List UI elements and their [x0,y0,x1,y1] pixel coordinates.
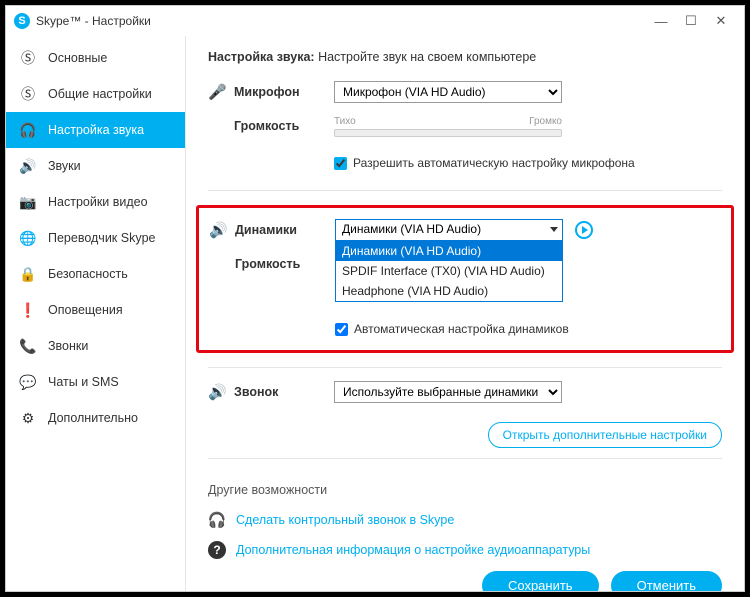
minimize-button[interactable]: — [646,9,676,33]
speakers-label: Динамики [235,223,335,237]
speakers-auto-checkbox-label: Автоматическая настройка динамиков [354,322,569,336]
more-info-link-label: Дополнительная информация о настройке ау… [236,543,590,557]
mic-volume-label: Громкость [234,119,334,133]
mic-volume-slider[interactable] [334,129,562,137]
sidebar-item-general-settings[interactable]: Ⓢ Общие настройки [6,76,185,112]
mic-auto-checkbox-label: Разрешить автоматическую настройку микро… [353,156,635,170]
test-call-link[interactable]: 🎧 Сделать контрольный звонок в Skype [208,511,722,529]
sidebar-item-label: Чаты и SMS [48,375,119,389]
sidebar-item-label: Общие настройки [48,87,152,101]
microphone-icon: 🎤 [208,83,234,101]
more-info-link[interactable]: ? Дополнительная информация о настройке … [208,541,722,559]
divider [208,458,722,459]
divider [208,190,722,191]
headset-icon: 🎧 [208,511,226,529]
speakers-option[interactable]: Динамики (VIA HD Audio) [336,241,562,261]
sidebar-item-label: Основные [48,51,107,65]
microphone-select[interactable]: Микрофон (VIA HD Audio) [334,81,562,103]
window-title: Skype™ - Настройки [36,14,151,28]
question-icon: ? [208,541,226,559]
sidebar-item-sounds[interactable]: 🔊 Звуки [6,148,185,184]
slider-low-label: Тихо [334,116,356,127]
other-options-title: Другие возможности [208,483,722,497]
skype-logo-icon: S [14,13,30,29]
speakers-auto-checkbox-input[interactable] [335,323,348,336]
divider [208,367,722,368]
headset-icon: 🎧 [20,122,36,138]
speakers-select[interactable]: Динамики (VIA HD Audio) [335,219,563,241]
sidebar-item-label: Звонки [48,339,88,353]
sidebar: Ⓢ Основные Ⓢ Общие настройки 🎧 Настройка… [6,36,186,591]
ring-label: Звонок [234,385,334,399]
maximize-button[interactable]: ☐ [676,9,706,33]
mic-auto-checkbox-input[interactable] [334,157,347,170]
speakers-volume-label: Громкость [235,257,335,271]
sidebar-item-general[interactable]: Ⓢ Основные [6,40,185,76]
sidebar-item-calls[interactable]: 📞 Звонки [6,328,185,364]
open-advanced-settings-link[interactable]: Открыть дополнительные настройки [488,422,722,448]
close-button[interactable]: ✕ [706,9,736,33]
skype-icon: Ⓢ [20,86,36,102]
sidebar-item-translator[interactable]: 🌐 Переводчик Skype [6,220,185,256]
sidebar-item-audio-settings[interactable]: 🎧 Настройка звука [6,112,185,148]
camera-icon: 📷 [20,194,36,210]
sidebar-item-label: Настройки видео [48,195,148,209]
sidebar-item-notifications[interactable]: ❗ Оповещения [6,292,185,328]
lock-icon: 🔒 [20,266,36,282]
speaker-icon: 🔊 [209,221,235,239]
speakers-option[interactable]: SPDIF Interface (TX0) (VIA HD Audio) [336,261,562,281]
sidebar-item-label: Безопасность [48,267,128,281]
sidebar-item-security[interactable]: 🔒 Безопасность [6,256,185,292]
speakers-auto-checkbox[interactable]: Автоматическая настройка динамиков [335,322,721,336]
sidebar-item-label: Настройка звука [48,123,144,137]
sidebar-item-advanced[interactable]: ⚙ Дополнительно [6,400,185,436]
speaker-icon: 🔊 [208,383,234,401]
sidebar-item-label: Дополнительно [48,411,138,425]
gear-icon: ⚙ [20,410,36,426]
titlebar: S Skype™ - Настройки — ☐ ✕ [6,6,744,36]
sidebar-item-label: Звуки [48,159,81,173]
ring-select[interactable]: Используйте выбранные динамики [334,381,562,403]
phone-icon: 📞 [20,338,36,354]
microphone-label: Микрофон [234,85,334,99]
chat-icon: 💬 [20,374,36,390]
play-test-sound-button[interactable] [575,221,593,239]
speakers-section-highlight: 🔊 Динамики Динамики (VIA HD Audio) Динам… [196,205,734,353]
speakers-option[interactable]: Headphone (VIA HD Audio) [336,281,562,301]
page-heading: Настройка звука: Настройте звук на своем… [208,50,722,64]
save-button[interactable]: Сохранить [482,571,599,591]
content-pane: Настройка звука: Настройте звук на своем… [186,36,744,591]
speakers-dropdown-list: Динамики (VIA HD Audio) SPDIF Interface … [335,241,563,302]
alert-icon: ❗ [20,302,36,318]
mic-auto-checkbox[interactable]: Разрешить автоматическую настройку микро… [334,156,722,170]
skype-icon: Ⓢ [20,50,36,66]
sidebar-item-chat-sms[interactable]: 💬 Чаты и SMS [6,364,185,400]
slider-high-label: Громко [529,116,562,127]
sidebar-item-label: Переводчик Skype [48,231,156,245]
globe-icon: 🌐 [20,230,36,246]
settings-window: S Skype™ - Настройки — ☐ ✕ Ⓢ Основные Ⓢ … [5,5,745,592]
cancel-button[interactable]: Отменить [611,571,722,591]
speaker-icon: 🔊 [20,158,36,174]
test-call-link-label: Сделать контрольный звонок в Skype [236,513,454,527]
sidebar-item-video-settings[interactable]: 📷 Настройки видео [6,184,185,220]
sidebar-item-label: Оповещения [48,303,123,317]
footer: Сохранить Отменить [208,565,722,591]
